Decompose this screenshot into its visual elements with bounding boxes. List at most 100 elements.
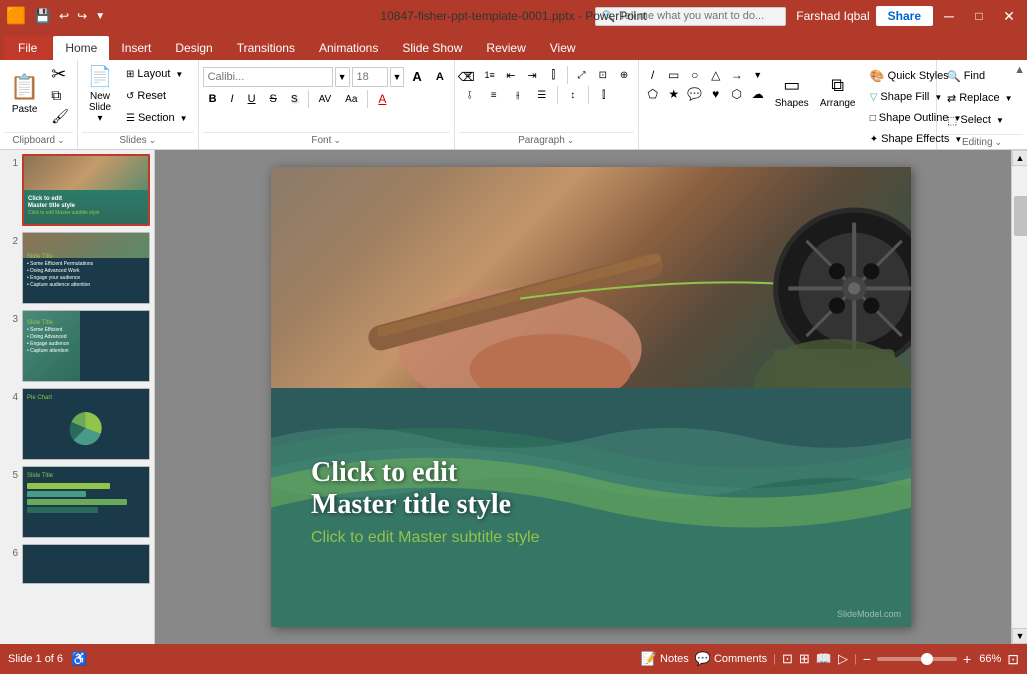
accessibility-icon[interactable]: ♿ [71, 651, 87, 667]
slide-title-line1[interactable]: Click to edit [311, 457, 540, 489]
collapse-ribbon-button[interactable]: ▲ [1014, 62, 1025, 76]
slide-thumb-5[interactable]: 5 Slide Title [4, 466, 150, 538]
view-slide-sorter-button[interactable]: ⊞ [799, 651, 810, 667]
slide-thumb-6[interactable]: 6 [4, 544, 150, 584]
shape-oval[interactable]: ○ [685, 66, 705, 84]
shape-more[interactable]: ▼ [748, 66, 768, 84]
increase-indent-button[interactable]: ⇥ [523, 66, 542, 84]
reset-button[interactable]: ↺ Reset [120, 86, 194, 106]
view-normal-button[interactable]: ⊡ [782, 651, 793, 667]
columns-button[interactable]: ⫿ [544, 66, 563, 84]
view-slideshow-button[interactable]: ▷ [838, 651, 848, 667]
slide-thumb-2[interactable]: 2 Slide Title • Some Efficient Permutati… [4, 232, 150, 304]
clipboard-expand[interactable]: ⌄ [57, 135, 65, 146]
align-left-button[interactable]: ⫱ [459, 86, 481, 104]
close-button[interactable]: ✕ [995, 5, 1023, 27]
restore-button[interactable]: □ [965, 5, 993, 27]
font-size-input[interactable] [352, 67, 388, 87]
font-name-input[interactable] [203, 67, 333, 87]
char-spacing-button[interactable]: AV [313, 91, 338, 108]
layout-button[interactable]: ⊞ Layout ▼ [120, 64, 194, 84]
redo-icon[interactable]: ↪ [74, 7, 90, 25]
cut-button[interactable]: ✂ [47, 64, 73, 84]
increase-font-button[interactable]: A [406, 66, 427, 87]
font-name-dropdown[interactable]: ▼ [335, 67, 350, 87]
copy-button[interactable]: ⧉ [47, 85, 73, 105]
font-color-button[interactable]: A [372, 89, 392, 109]
shape-star[interactable]: ★ [664, 85, 684, 103]
shadow-button[interactable]: S [285, 91, 304, 108]
text-direction-button[interactable]: ⤢ [572, 66, 591, 84]
notes-button[interactable]: 📝 Notes [641, 651, 689, 667]
align-right-button[interactable]: ⫲ [507, 86, 529, 104]
tab-view[interactable]: View [538, 36, 588, 60]
underline-button[interactable]: U [242, 90, 262, 108]
minimize-button[interactable]: ─ [935, 5, 963, 27]
share-button[interactable]: Share [876, 6, 933, 26]
vertical-scrollbar[interactable]: ▲ ▼ [1011, 150, 1027, 644]
slide-title-line2[interactable]: Master title style [311, 489, 540, 521]
tab-design[interactable]: Design [163, 36, 224, 60]
tab-transitions[interactable]: Transitions [225, 36, 307, 60]
decrease-font-button[interactable]: A [430, 68, 450, 86]
paragraph-expand[interactable]: ⌄ [567, 135, 575, 146]
shape-callout[interactable]: 💬 [685, 85, 705, 103]
change-case-button[interactable]: Aa [339, 91, 363, 108]
tab-slideshow[interactable]: Slide Show [390, 36, 474, 60]
replace-button[interactable]: ⇄ Replace ▼ [941, 88, 1023, 108]
tab-insert[interactable]: Insert [109, 36, 163, 60]
slide-preview-4[interactable]: Pie Chart [22, 388, 150, 460]
decrease-indent-button[interactable]: ⇤ [501, 66, 520, 84]
shape-triangle[interactable]: △ [706, 66, 726, 84]
find-button[interactable]: 🔍 Find [941, 66, 1023, 86]
section-button[interactable]: ☰ Section ▼ [120, 108, 194, 128]
italic-button[interactable]: I [225, 90, 240, 108]
align-center-button[interactable]: ≡ [483, 86, 505, 104]
slide-preview-6[interactable] [22, 544, 150, 584]
format-painter-button[interactable]: 🖌 [47, 106, 73, 126]
tab-animations[interactable]: Animations [307, 36, 390, 60]
columns2-button[interactable]: ⫿ [593, 86, 615, 104]
slide-thumb-1[interactable]: 1 Click to edit Master title style Click… [4, 154, 150, 226]
new-slide-button[interactable]: 📄 NewSlide ▾ [82, 64, 118, 124]
shape-heart[interactable]: ♥ [706, 85, 726, 103]
tab-home[interactable]: Home [53, 36, 109, 60]
strikethrough-button[interactable]: S [264, 90, 283, 108]
comments-button[interactable]: 💬 Comments [695, 651, 767, 667]
scroll-thumb[interactable] [1014, 196, 1027, 236]
slide-preview-2[interactable]: Slide Title • Some Efficient Permutation… [22, 232, 150, 304]
undo-icon[interactable]: ↩ [56, 7, 72, 25]
slide-thumb-3[interactable]: 3 Slide Title • Some Efficient • Doing A… [4, 310, 150, 382]
slide-preview-5[interactable]: Slide Title [22, 466, 150, 538]
tab-review[interactable]: Review [474, 36, 537, 60]
font-expand[interactable]: ⌄ [333, 135, 341, 146]
slide-preview-3[interactable]: Slide Title • Some Efficient • Doing Adv… [22, 310, 150, 382]
line-spacing-button[interactable]: ↕ [562, 86, 584, 104]
zoom-slider[interactable] [877, 657, 957, 661]
justify-button[interactable]: ☰ [531, 86, 553, 104]
shape-rect[interactable]: ▭ [664, 66, 684, 84]
scroll-up-button[interactable]: ▲ [1012, 150, 1027, 166]
arrange-button[interactable]: ⧉ Arrange [816, 66, 860, 118]
save-icon[interactable]: 💾 [32, 6, 54, 26]
slide-subtitle[interactable]: Click to edit Master subtitle style [311, 529, 540, 547]
smartart-button[interactable]: ⊕ [614, 66, 633, 84]
slide-preview-1[interactable]: Click to edit Master title style Click t… [22, 154, 150, 226]
view-reading-button[interactable]: 📖 [816, 651, 832, 667]
bullets-button[interactable]: ≡ [459, 66, 478, 84]
editing-expand[interactable]: ⌄ [995, 137, 1003, 148]
shape-line[interactable]: / [643, 66, 663, 84]
slides-expand[interactable]: ⌄ [149, 135, 157, 146]
tab-file[interactable]: File [4, 36, 51, 60]
slide-canvas[interactable]: Click to edit Master title style Click t… [271, 167, 911, 627]
shape-cloud[interactable]: ☁ [748, 85, 768, 103]
zoom-slider-thumb[interactable] [921, 653, 933, 665]
numbering-button[interactable]: 1≡ [480, 66, 499, 84]
zoom-in-button[interactable]: + [963, 651, 971, 667]
scroll-down-button[interactable]: ▼ [1012, 628, 1027, 644]
shape-arrow[interactable]: → [727, 66, 747, 84]
fit-to-window-button[interactable]: ⊡ [1007, 651, 1019, 668]
align-text-button[interactable]: ⊡ [593, 66, 612, 84]
shapes-button[interactable]: ▭ Shapes [772, 66, 812, 118]
zoom-out-button[interactable]: − [863, 651, 871, 667]
